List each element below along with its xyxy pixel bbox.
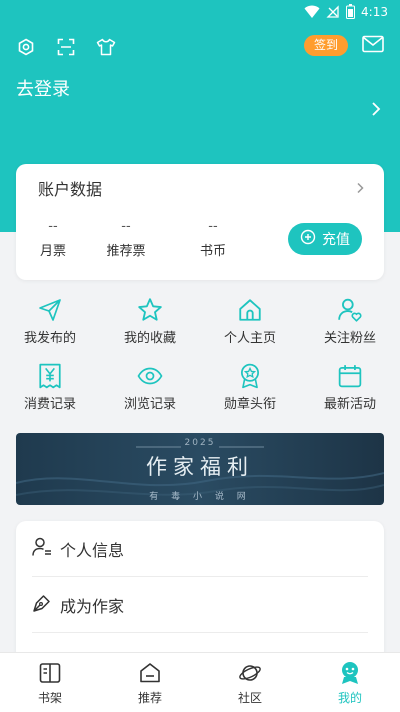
stat-monthly-ticket[interactable]: -- 月票 <box>38 218 68 259</box>
divider <box>32 632 368 633</box>
stat-label: 月票 <box>39 244 66 259</box>
tab-mine[interactable]: 我的 <box>310 659 390 706</box>
checkin-button[interactable]: 签到 <box>304 35 348 56</box>
grid-item-published[interactable]: 我发布的 <box>0 297 100 346</box>
account-card-title: 账户数据 <box>38 180 103 199</box>
menu-item-personal-info[interactable]: 个人信息 <box>32 526 368 572</box>
message-mail-icon[interactable] <box>362 35 384 53</box>
stat-value: -- <box>208 219 218 234</box>
divider <box>32 576 368 577</box>
user-heart-icon <box>300 297 400 323</box>
calendar-icon <box>300 363 400 389</box>
grid-item-spending[interactable]: 消费记录 <box>0 363 100 412</box>
chevron-right-icon[interactable] <box>370 100 382 118</box>
battery-icon <box>346 4 356 19</box>
stat-value: -- <box>121 219 131 234</box>
grid-item-label: 最新活动 <box>323 397 376 412</box>
no-signal-icon <box>326 4 340 19</box>
tab-label: 推荐 <box>137 691 162 705</box>
bottom-tab-bar: 书架 推荐 社区 我的 <box>0 652 400 712</box>
grid-item-history[interactable]: 浏览记录 <box>100 363 200 412</box>
wifi-icon <box>304 5 320 19</box>
menu-item-label: 成为作家 <box>60 597 125 616</box>
tab-label: 书架 <box>37 691 62 705</box>
stat-label: 书币 <box>199 244 226 259</box>
settings-menu-card: 个人信息 成为作家 <box>16 521 384 661</box>
menu-item-become-writer[interactable]: 成为作家 <box>32 582 368 628</box>
banner-title: 作家福利 <box>146 455 254 479</box>
grid-item-medals[interactable]: 勋章头衔 <box>200 363 300 412</box>
user-info-icon <box>32 537 52 561</box>
chevron-right-icon[interactable] <box>356 179 364 198</box>
settings-icon[interactable] <box>16 37 36 57</box>
recharge-label: 充值 <box>322 232 350 248</box>
banner-subtitle: 有 毒 小 说 网 <box>149 492 251 502</box>
grid-item-label: 我的收藏 <box>123 331 176 346</box>
tab-bookshelf[interactable]: 书架 <box>10 659 90 706</box>
account-data-card: 账户数据 -- 月票 -- 推荐票 -- 书币 充值 <box>16 164 384 280</box>
stat-value: -- <box>48 219 58 234</box>
home-icon <box>200 297 300 323</box>
stat-recommend-ticket[interactable]: -- 推荐票 <box>104 218 148 259</box>
recommend-icon <box>110 659 190 687</box>
skin-shirt-icon[interactable] <box>96 37 116 57</box>
stat-label: 推荐票 <box>106 244 146 259</box>
pen-nib-icon <box>32 593 52 617</box>
planet-icon <box>210 659 290 687</box>
stat-book-coins[interactable]: -- 书币 <box>198 218 228 259</box>
grid-item-follow-fans[interactable]: 关注粉丝 <box>300 297 400 346</box>
menu-item-label: 个人信息 <box>60 541 125 560</box>
bookshelf-icon <box>10 659 90 687</box>
scan-icon[interactable] <box>56 37 76 57</box>
tab-label: 社区 <box>237 691 262 705</box>
grid-item-label: 关注粉丝 <box>323 331 376 346</box>
login-link[interactable]: 去登录 <box>16 75 70 101</box>
tab-community[interactable]: 社区 <box>210 659 290 706</box>
grid-item-label: 我发布的 <box>23 331 76 346</box>
paper-plane-icon <box>0 297 100 323</box>
coin-plus-icon <box>300 229 316 249</box>
grid-item-homepage[interactable]: 个人主页 <box>200 297 300 346</box>
mine-icon <box>310 659 390 687</box>
tab-label: 我的 <box>337 691 362 705</box>
grid-item-label: 个人主页 <box>223 331 276 346</box>
star-icon <box>100 297 200 323</box>
status-bar: 4:13 <box>0 0 400 26</box>
grid-item-favorites[interactable]: 我的收藏 <box>100 297 200 346</box>
yen-receipt-icon <box>0 363 100 389</box>
recharge-button[interactable]: 充值 <box>288 223 362 255</box>
status-time: 4:13 <box>361 4 388 19</box>
grid-item-activities[interactable]: 最新活动 <box>300 363 400 412</box>
medal-icon <box>200 363 300 389</box>
grid-item-label: 浏览记录 <box>123 397 176 412</box>
grid-item-label: 消费记录 <box>23 397 76 412</box>
tab-recommend[interactable]: 推荐 <box>110 659 190 706</box>
eye-icon <box>100 363 200 389</box>
writer-benefits-banner[interactable]: 2025 作家福利 有 毒 小 说 网 <box>16 433 384 505</box>
banner-year: 2025 <box>184 438 216 448</box>
grid-item-label: 勋章头衔 <box>223 397 276 412</box>
